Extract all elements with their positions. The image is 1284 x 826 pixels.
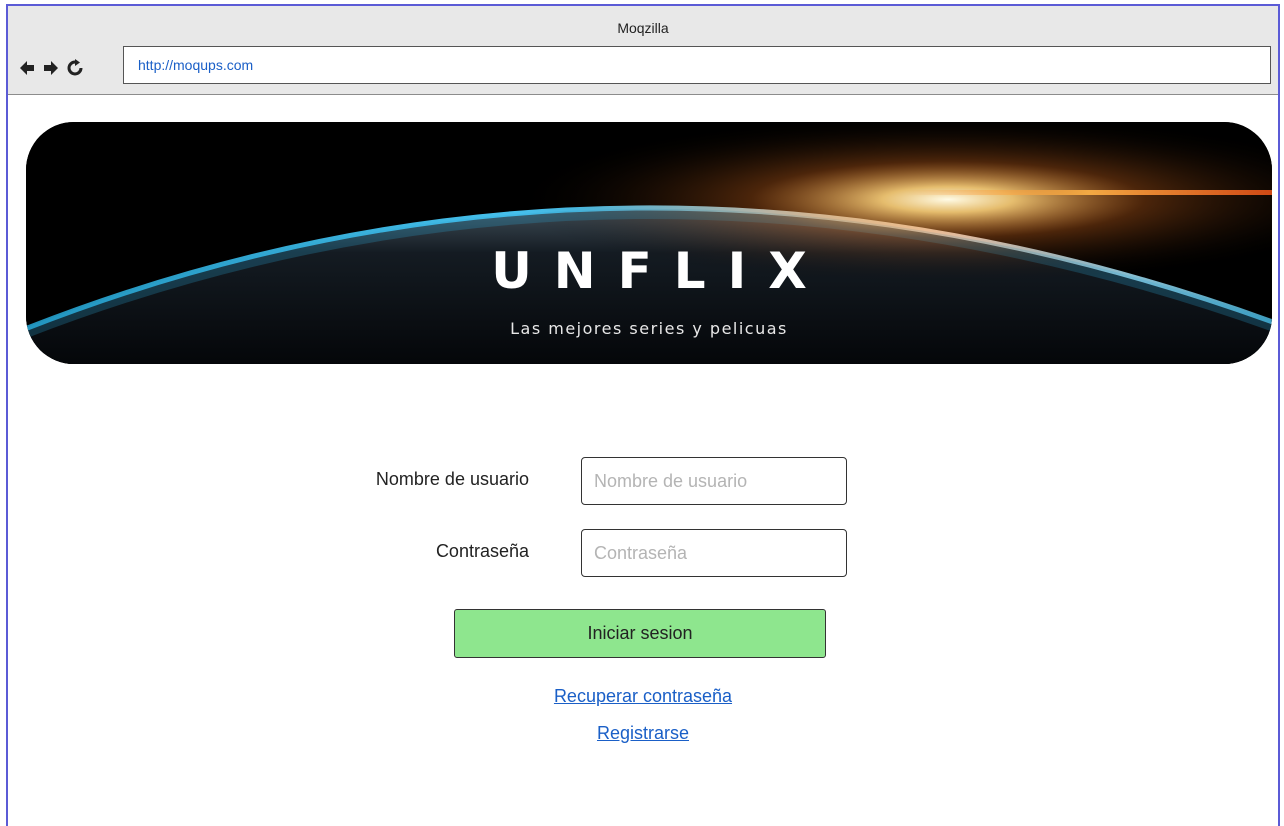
window-title: Moqzilla — [617, 20, 669, 36]
login-button[interactable]: Iniciar sesion — [454, 609, 826, 658]
password-input[interactable] — [581, 529, 847, 577]
nav-controls — [18, 56, 84, 80]
browser-window: Moqzilla http://moqups.com UNFLIX Las me… — [6, 4, 1280, 826]
back-arrow-icon[interactable] — [18, 57, 36, 79]
forward-arrow-icon[interactable] — [42, 57, 60, 79]
brand-logo: UNFLIX — [491, 242, 829, 300]
register-link[interactable]: Registrarse — [8, 723, 1278, 744]
username-input[interactable] — [581, 457, 847, 505]
hero-banner: UNFLIX Las mejores series y pelicuas — [26, 122, 1272, 364]
recover-password-link[interactable]: Recuperar contraseña — [8, 686, 1278, 707]
password-label: Contraseña — [435, 541, 529, 561]
browser-titlebar: Moqzilla http://moqups.com — [8, 6, 1278, 95]
address-bar[interactable]: http://moqups.com — [123, 46, 1271, 84]
reload-icon[interactable] — [66, 57, 84, 79]
username-label: Nombre de usuario — [375, 469, 529, 489]
brand-tagline: Las mejores series y pelicuas — [510, 319, 788, 338]
